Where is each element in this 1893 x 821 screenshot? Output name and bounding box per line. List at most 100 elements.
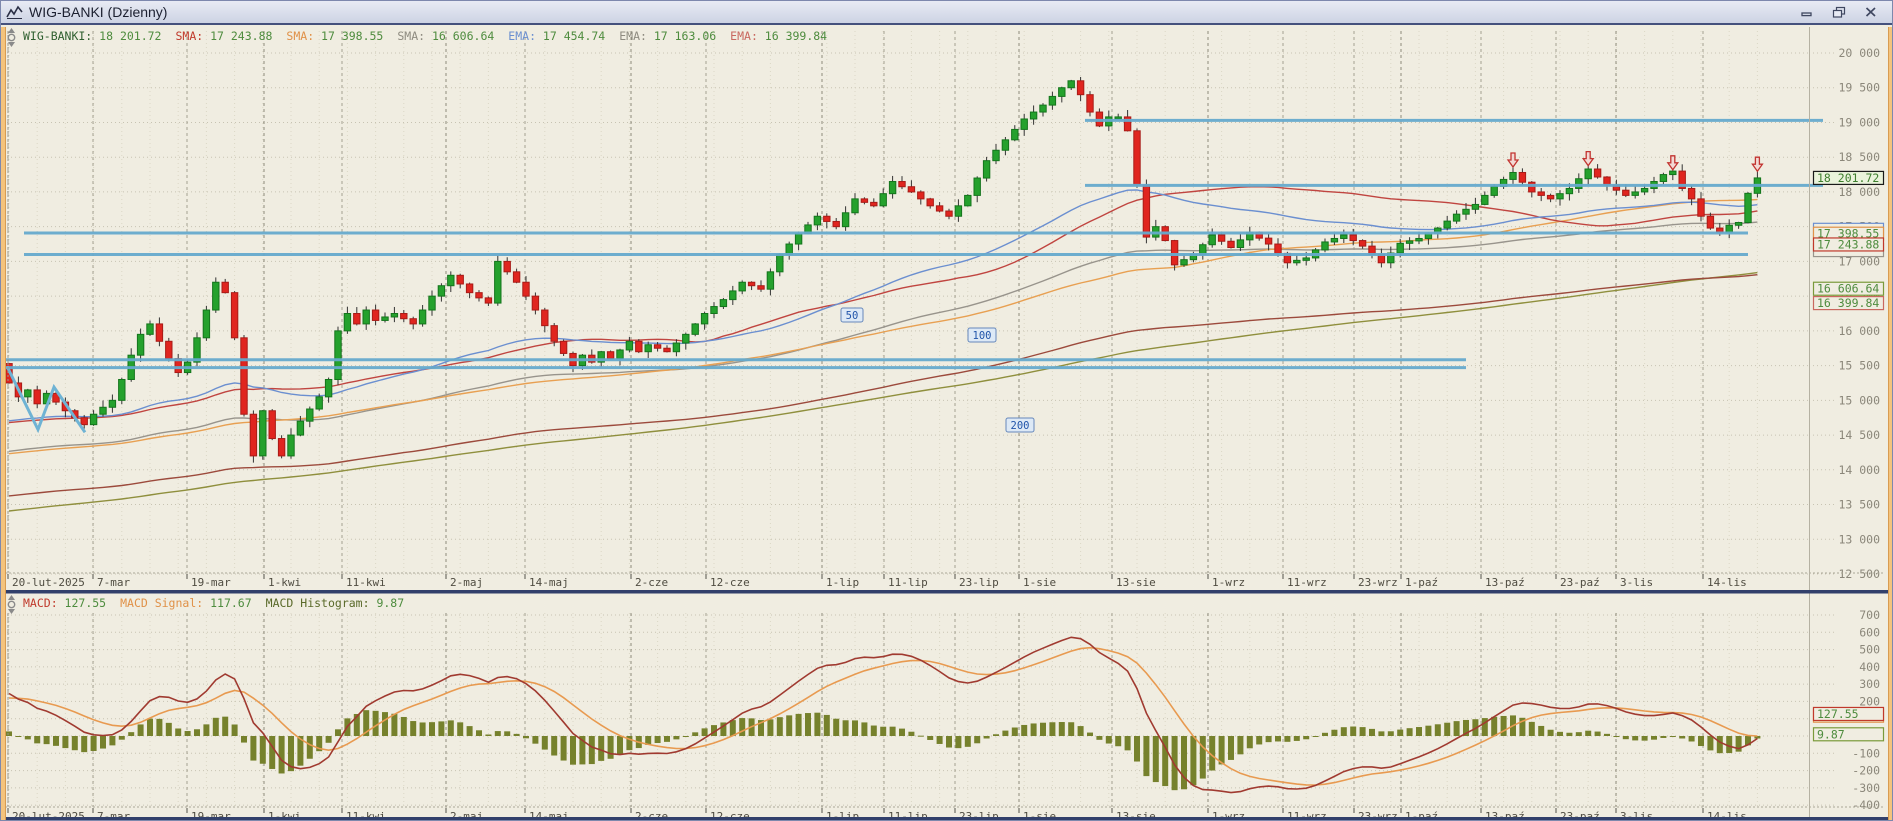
legend-item: SMA: 17 398.55 bbox=[286, 29, 383, 43]
legend-item: SMA: 16 606.64 bbox=[397, 29, 494, 43]
minimize-button[interactable] bbox=[1796, 4, 1818, 20]
svg-text:1-lip: 1-lip bbox=[826, 576, 859, 589]
legend-item: MACD Histogram: 9.87 bbox=[266, 596, 404, 610]
svg-text:23-paź: 23-paź bbox=[1560, 576, 1600, 589]
svg-text:-100: -100 bbox=[1852, 746, 1880, 760]
legend-label: EMA: bbox=[508, 29, 543, 43]
svg-text:16 606.64: 16 606.64 bbox=[1817, 282, 1879, 296]
macd-indicator-legend: MACD: 127.55 MACD Signal: 117.67 MACD Hist… bbox=[23, 596, 418, 610]
svg-text:300: 300 bbox=[1859, 677, 1880, 691]
svg-text:19 000: 19 000 bbox=[1838, 115, 1880, 129]
legend-value: 127.55 bbox=[65, 596, 107, 610]
legend-value: 17 398.55 bbox=[321, 29, 383, 43]
legend-value: 16 606.64 bbox=[432, 29, 494, 43]
svg-text:7-mar: 7-mar bbox=[97, 576, 130, 589]
svg-text:19-mar: 19-mar bbox=[191, 576, 231, 589]
svg-text:18 000: 18 000 bbox=[1838, 185, 1880, 199]
legend-label: EMA: bbox=[619, 29, 654, 43]
svg-text:14-maj: 14-maj bbox=[529, 576, 569, 589]
svg-text:16 000: 16 000 bbox=[1838, 324, 1880, 338]
legend-label: SMA: bbox=[286, 29, 321, 43]
legend-label: MACD Signal: bbox=[120, 596, 210, 610]
legend-value: 17 243.88 bbox=[210, 29, 272, 43]
svg-text:12 500: 12 500 bbox=[1838, 567, 1880, 581]
svg-text:23-wrz: 23-wrz bbox=[1358, 576, 1398, 589]
svg-text:50: 50 bbox=[846, 310, 859, 322]
svg-text:11-wrz: 11-wrz bbox=[1287, 576, 1327, 589]
svg-text:13 500: 13 500 bbox=[1838, 498, 1880, 512]
legend-value: 17 163.06 bbox=[654, 29, 716, 43]
svg-text:11-kwi: 11-kwi bbox=[346, 576, 386, 589]
svg-text:1-sie: 1-sie bbox=[1023, 576, 1056, 589]
legend-item: MACD: 127.55 bbox=[23, 596, 106, 610]
svg-text:127.55: 127.55 bbox=[1817, 707, 1859, 721]
svg-text:12-cze: 12-cze bbox=[710, 576, 750, 589]
svg-text:15 500: 15 500 bbox=[1838, 359, 1880, 373]
svg-text:20-lut-2025: 20-lut-2025 bbox=[12, 576, 85, 589]
close-button[interactable] bbox=[1860, 4, 1882, 20]
svg-text:600: 600 bbox=[1859, 625, 1880, 639]
minimize-icon bbox=[1800, 6, 1814, 18]
legend-label: SMA: bbox=[397, 29, 432, 43]
svg-text:400: 400 bbox=[1859, 660, 1880, 674]
svg-text:1-paź: 1-paź bbox=[1405, 576, 1438, 589]
main-indicator-legend: WIG-BANKI: 18 201.72SMA: 17 243.88SMA: 1… bbox=[23, 29, 841, 43]
svg-text:1-kwi: 1-kwi bbox=[268, 576, 301, 589]
chart-canvas[interactable]: 50 100 200 20 000 19 500 19 000 18 500 18 000 17… bbox=[1, 1, 1893, 821]
legend-item: EMA: 17 163.06 bbox=[619, 29, 716, 43]
restore-icon bbox=[1832, 6, 1846, 18]
svg-text:3-lis: 3-lis bbox=[1620, 576, 1653, 589]
legend-label: EMA: bbox=[730, 29, 765, 43]
window-title: WIG-BANKI (Dzienny) bbox=[29, 4, 167, 20]
legend-label: MACD Histogram: bbox=[266, 596, 377, 610]
svg-text:16 399.84: 16 399.84 bbox=[1817, 296, 1879, 310]
legend-value: 16 399.84 bbox=[765, 29, 827, 43]
legend-value: 117.67 bbox=[210, 596, 252, 610]
svg-text:200: 200 bbox=[1011, 420, 1030, 432]
legend-value: 9.87 bbox=[376, 596, 404, 610]
svg-text:13-paź: 13-paź bbox=[1485, 576, 1525, 589]
chart-line-icon bbox=[5, 4, 25, 20]
pan-handle-icon[interactable] bbox=[4, 27, 19, 49]
legend-item: SMA: 17 243.88 bbox=[175, 29, 272, 43]
svg-text:-400: -400 bbox=[1852, 798, 1880, 812]
chart-window: 50 100 200 20 000 19 500 19 000 18 500 18 000 17… bbox=[0, 0, 1893, 821]
svg-text:700: 700 bbox=[1859, 608, 1880, 622]
close-icon bbox=[1864, 6, 1878, 18]
svg-text:19 500: 19 500 bbox=[1838, 81, 1880, 95]
svg-text:500: 500 bbox=[1859, 643, 1880, 657]
legend-item: WIG-BANKI: 18 201.72 bbox=[23, 29, 161, 43]
svg-text:14 000: 14 000 bbox=[1838, 463, 1880, 477]
svg-text:1-wrz: 1-wrz bbox=[1212, 576, 1245, 589]
svg-text:-300: -300 bbox=[1852, 781, 1880, 795]
svg-text:20 000: 20 000 bbox=[1838, 46, 1880, 60]
svg-text:17 243.88: 17 243.88 bbox=[1817, 237, 1879, 251]
legend-label: WIG-BANKI: bbox=[23, 29, 99, 43]
legend-value: 18 201.72 bbox=[99, 29, 161, 43]
title-bar[interactable]: WIG-BANKI (Dzienny) bbox=[1, 1, 1892, 25]
legend-item: MACD Signal: 117.67 bbox=[120, 596, 252, 610]
restore-button[interactable] bbox=[1828, 4, 1850, 20]
legend-item: EMA: 17 454.74 bbox=[508, 29, 605, 43]
svg-text:-200: -200 bbox=[1852, 764, 1880, 778]
svg-text:2-cze: 2-cze bbox=[635, 576, 668, 589]
svg-text:100: 100 bbox=[973, 330, 992, 342]
svg-text:11-lip: 11-lip bbox=[888, 576, 928, 589]
svg-text:200: 200 bbox=[1859, 694, 1880, 708]
window-controls bbox=[1796, 4, 1882, 20]
legend-label: MACD: bbox=[23, 596, 65, 610]
svg-text:14 500: 14 500 bbox=[1838, 428, 1880, 442]
svg-text:15 000: 15 000 bbox=[1838, 393, 1880, 407]
svg-text:13-sie: 13-sie bbox=[1116, 576, 1156, 589]
svg-text:14-lis: 14-lis bbox=[1707, 576, 1747, 589]
pan-handle-icon[interactable] bbox=[4, 594, 19, 616]
legend-value: 17 454.74 bbox=[543, 29, 605, 43]
legend-item: EMA: 16 399.84 bbox=[730, 29, 827, 43]
svg-text:13 000: 13 000 bbox=[1838, 532, 1880, 546]
svg-text:23-lip: 23-lip bbox=[959, 576, 999, 589]
svg-text:9.87: 9.87 bbox=[1817, 727, 1845, 741]
svg-text:18 500: 18 500 bbox=[1838, 150, 1880, 164]
legend-label: SMA: bbox=[175, 29, 210, 43]
svg-text:2-maj: 2-maj bbox=[450, 576, 483, 589]
svg-text:18 201.72: 18 201.72 bbox=[1817, 171, 1879, 185]
